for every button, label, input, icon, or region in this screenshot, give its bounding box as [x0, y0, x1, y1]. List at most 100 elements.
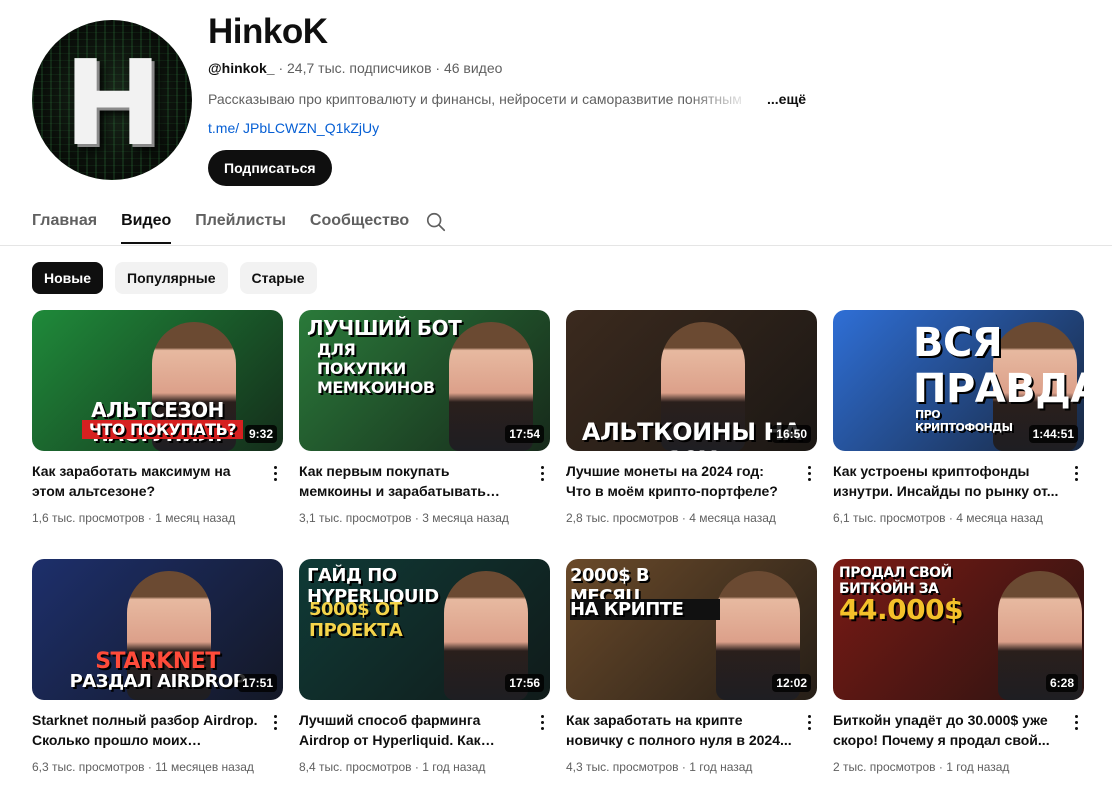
video-views: 4,3 тыс. просмотров: [566, 760, 679, 774]
video-meta: 8,4 тыс. просмотров · 1 год назад: [299, 758, 539, 776]
video-card[interactable]: ЛУЧШИЙ БОТ ДЛЯ ПОКУПКИ МЕМКОИНОВ 17:54 К…: [299, 310, 550, 559]
video-thumbnail[interactable]: АЛЬТСЕЗОН НАСТУПИЛ! ЧТО ПОКУПАТЬ? 9:32: [32, 310, 283, 451]
tabs-divider: [0, 245, 1112, 246]
video-title[interactable]: Лучшие монеты на 2024 год: Что в моём кр…: [566, 461, 792, 501]
meta-separator: ·: [147, 760, 152, 774]
video-duration: 9:32: [244, 425, 277, 443]
video-card[interactable]: ГАЙД ПО HYPERLIQUID 5000$ ОТ ПРОЕКТА 17:…: [299, 559, 550, 806]
meta-separator: ·: [681, 511, 686, 525]
channel-handle: @hinkok_: [208, 60, 275, 76]
video-views: 1,6 тыс. просмотров: [32, 511, 145, 525]
video-date: 3 месяца назад: [422, 511, 509, 525]
thumbnail-caption: ВСЯ ПРАВДА: [913, 320, 1084, 412]
channel-link[interactable]: t.me/ JPbLCWZN_Q1kZjUy: [208, 120, 379, 136]
video-meta: 2,8 тыс. просмотров · 4 месяца назад: [566, 509, 806, 527]
video-views: 2,8 тыс. просмотров: [566, 511, 679, 525]
video-title[interactable]: Лучший способ фарминга Airdrop от Hyperl…: [299, 710, 525, 750]
description-more-link[interactable]: ...ещё: [767, 91, 806, 107]
video-card[interactable]: STARKNET РАЗДАЛ AIRDROP 17:51 Starknet п…: [32, 559, 283, 806]
video-duration: 12:02: [772, 674, 811, 692]
video-date: 1 год назад: [422, 760, 486, 774]
thumbnail-caption-secondary: ДЛЯ ПОКУПКИ МЕМКОИНОВ: [317, 340, 435, 397]
more-options-icon[interactable]: [801, 712, 817, 732]
video-views: 8,4 тыс. просмотров: [299, 760, 412, 774]
meta-separator: ·: [414, 511, 419, 525]
thumbnail-caption-secondary: 44.000$: [839, 593, 964, 626]
video-thumbnail[interactable]: STARKNET РАЗДАЛ AIRDROP 17:51: [32, 559, 283, 700]
video-duration: 17:51: [238, 674, 277, 692]
meta-separator: ·: [948, 511, 953, 525]
meta-separator: ·: [938, 760, 943, 774]
video-thumbnail[interactable]: ПРОДАЛ СВОЙ БИТКОЙН ЗА 44.000$ 6:28: [833, 559, 1084, 700]
video-date: 1 месяц назад: [155, 511, 236, 525]
more-options-icon[interactable]: [534, 463, 550, 483]
video-date: 11 месяцев назад: [155, 760, 254, 774]
video-meta: 6,1 тыс. просмотров · 4 месяца назад: [833, 509, 1073, 527]
video-thumbnail[interactable]: АЛЬТКОИНЫ НА 10Х 16:50: [566, 310, 817, 451]
video-date: 4 месяца назад: [956, 511, 1043, 525]
video-date: 1 год назад: [689, 760, 753, 774]
thumbnail-caption-secondary: ЧТО ПОКУПАТЬ?: [82, 420, 243, 439]
video-title[interactable]: Как устроены криптофонды изнутри. Инсайд…: [833, 461, 1059, 501]
meta-separator: ·: [414, 760, 419, 774]
more-options-icon[interactable]: [1068, 712, 1084, 732]
meta-separator: ·: [278, 60, 284, 76]
channel-title: HinkoK: [208, 12, 328, 51]
more-options-icon[interactable]: [267, 712, 283, 732]
video-views: 6,1 тыс. просмотров: [833, 511, 946, 525]
meta-separator: ·: [681, 760, 686, 774]
chip-popular[interactable]: Популярные: [115, 262, 228, 294]
video-thumbnail[interactable]: 2000$ В МЕСЯЦ НА КРИПТЕ 12:02: [566, 559, 817, 700]
more-options-icon[interactable]: [801, 463, 817, 483]
video-title[interactable]: Starknet полный разбор Airdrop. Сколько …: [32, 710, 258, 750]
chip-newest[interactable]: Новые: [32, 262, 104, 294]
video-thumbnail[interactable]: ВСЯ ПРАВДА ПРО КРИПТОФОНДЫ 1:44:51: [833, 310, 1084, 451]
search-icon[interactable]: [425, 211, 447, 233]
video-meta: 2 тыс. просмотров · 1 год назад: [833, 758, 1073, 776]
tab-videos[interactable]: Видео: [121, 200, 172, 244]
video-meta: 1,6 тыс. просмотров · 1 месяц назад: [32, 509, 272, 527]
thumbnail-caption-secondary: 5000$ ОТ ПРОЕКТА: [309, 599, 403, 641]
tab-home[interactable]: Главная: [32, 200, 97, 244]
more-options-icon[interactable]: [1068, 463, 1084, 483]
subscriber-count: 24,7 тыс. подписчиков: [287, 60, 432, 76]
more-options-icon[interactable]: [534, 712, 550, 732]
video-card[interactable]: АЛЬТКОИНЫ НА 10Х 16:50 Лучшие монеты на …: [566, 310, 817, 559]
channel-description[interactable]: Рассказываю про криптовалюту и финансы, …: [208, 91, 808, 107]
video-grid: АЛЬТСЕЗОН НАСТУПИЛ! ЧТО ПОКУПАТЬ? 9:32 К…: [32, 310, 1085, 806]
sort-chips: Новые Популярные Старые: [32, 262, 317, 294]
video-duration: 1:44:51: [1028, 425, 1078, 443]
avatar-letter: H: [63, 34, 163, 172]
tab-playlists[interactable]: Плейлисты: [195, 200, 286, 244]
video-views: 2 тыс. просмотров: [833, 760, 936, 774]
video-card[interactable]: 2000$ В МЕСЯЦ НА КРИПТЕ 12:02 Как зарабо…: [566, 559, 817, 806]
video-title[interactable]: Как заработать максимум на этом альтсезо…: [32, 461, 258, 501]
chip-oldest[interactable]: Старые: [239, 262, 317, 294]
channel-avatar[interactable]: H: [32, 20, 192, 180]
channel-tabs: Главная Видео Плейлисты Сообщество: [32, 200, 433, 244]
video-duration: 17:54: [505, 425, 544, 443]
thumbnail-caption-secondary: НА КРИПТЕ: [570, 599, 720, 620]
meta-separator: ·: [147, 511, 152, 525]
video-date: 1 год назад: [946, 760, 1010, 774]
thumbnail-caption: ЛУЧШИЙ БОТ: [307, 316, 462, 340]
video-meta: 4,3 тыс. просмотров · 1 год назад: [566, 758, 806, 776]
video-thumbnail[interactable]: ЛУЧШИЙ БОТ ДЛЯ ПОКУПКИ МЕМКОИНОВ 17:54: [299, 310, 550, 451]
video-count: 46 видео: [443, 60, 503, 76]
thumbnail-caption-secondary: ПРО КРИПТОФОНДЫ: [915, 408, 1013, 434]
channel-meta: @hinkok_ · 24,7 тыс. подписчиков · 46 ви…: [208, 60, 502, 76]
video-card[interactable]: ПРОДАЛ СВОЙ БИТКОЙН ЗА 44.000$ 6:28 Битк…: [833, 559, 1084, 806]
video-meta: 3,1 тыс. просмотров · 3 месяца назад: [299, 509, 539, 527]
video-thumbnail[interactable]: ГАЙД ПО HYPERLIQUID 5000$ ОТ ПРОЕКТА 17:…: [299, 559, 550, 700]
video-card[interactable]: АЛЬТСЕЗОН НАСТУПИЛ! ЧТО ПОКУПАТЬ? 9:32 К…: [32, 310, 283, 559]
description-text: Рассказываю про криптовалюту и финансы, …: [208, 91, 742, 107]
video-duration: 16:50: [772, 425, 811, 443]
more-options-icon[interactable]: [267, 463, 283, 483]
video-title[interactable]: Как первым покупать мемкоины и зарабатыв…: [299, 461, 525, 501]
video-card[interactable]: ВСЯ ПРАВДА ПРО КРИПТОФОНДЫ 1:44:51 Как у…: [833, 310, 1084, 559]
video-date: 4 месяца назад: [689, 511, 776, 525]
video-title[interactable]: Биткойн упадёт до 30.000$ уже скоро! Поч…: [833, 710, 1059, 750]
video-title[interactable]: Как заработать на крипте новичку с полно…: [566, 710, 792, 750]
tab-community[interactable]: Сообщество: [310, 200, 409, 244]
subscribe-button[interactable]: Подписаться: [208, 150, 332, 186]
